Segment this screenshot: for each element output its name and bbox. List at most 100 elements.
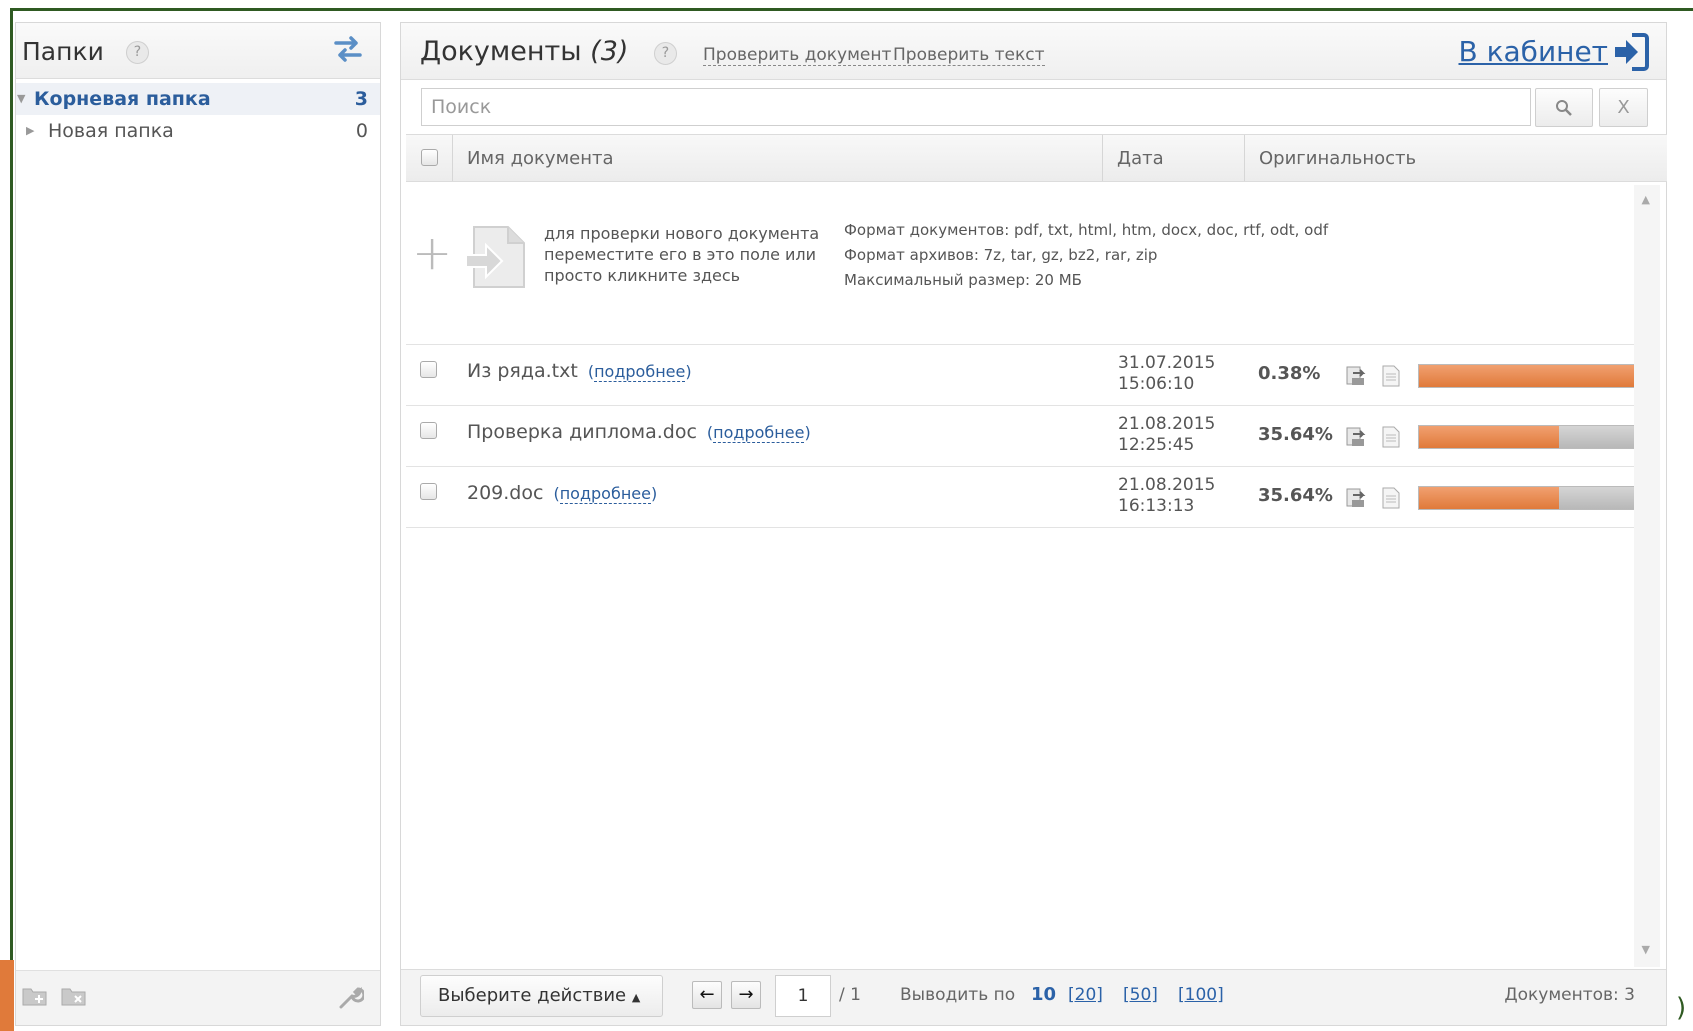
details-link-text[interactable]: подробнее — [559, 484, 651, 504]
originality-bar — [1418, 425, 1638, 449]
document-formats: Формат документов: pdf, txt, html, htm, … — [844, 221, 1329, 239]
bulk-action-label: Выберите действие — [438, 985, 627, 1006]
document-name-text[interactable]: Проверка диплома.doc — [467, 421, 697, 443]
date-value: 21.08.2015 — [1118, 475, 1216, 495]
delete-folder-icon[interactable] — [61, 985, 87, 1007]
caret-up-icon: ▲ — [631, 991, 641, 1004]
document-name-text[interactable]: Из ряда.txt — [467, 360, 578, 382]
search-icon — [1556, 100, 1572, 116]
search-input[interactable] — [421, 88, 1531, 126]
per-page-option-50[interactable]: [50] — [1123, 985, 1158, 1005]
date-value: 31.07.2015 — [1118, 353, 1216, 373]
per-page-option-100[interactable]: [100] — [1178, 985, 1224, 1005]
upload-drop-zone[interactable]: + для проверки нового документа перемест… — [406, 185, 1636, 345]
folders-footer — [16, 970, 380, 1025]
details-link-text[interactable]: подробнее — [594, 362, 686, 382]
file-upload-icon — [465, 226, 525, 288]
window-frame-left — [10, 8, 13, 1031]
scrollbar[interactable] — [1634, 185, 1660, 967]
scroll-up-arrow-icon[interactable]: ▲ — [1642, 193, 1650, 206]
originality-percent: 35.64% — [1258, 424, 1333, 445]
expand-triangle-icon[interactable]: ▼ — [17, 92, 25, 105]
originality-percent: 35.64% — [1258, 485, 1333, 506]
documents-panel: Документы (3) ? Проверить документ Прове… — [400, 22, 1667, 1026]
drop-zone-text-line: просто кликните здесь — [544, 266, 741, 285]
row-checkbox[interactable] — [420, 483, 437, 500]
prev-page-button[interactable]: ← — [692, 981, 722, 1009]
column-header-date[interactable]: Дата — [1117, 148, 1164, 169]
plus-icon[interactable]: + — [412, 225, 452, 281]
folder-item-new[interactable]: ▶ Новая папка 0 — [16, 115, 380, 147]
next-page-button[interactable]: → — [731, 981, 761, 1009]
table-header: Имя документа Дата Оригинальность — [406, 134, 1667, 182]
column-header-name[interactable]: Имя документа — [467, 148, 614, 169]
details-link[interactable]: (подробнее) — [588, 362, 692, 382]
page-number-input[interactable] — [775, 975, 831, 1017]
add-folder-icon[interactable] — [22, 985, 48, 1007]
document-name[interactable]: Из ряда.txt (подробнее) — [467, 360, 692, 382]
document-name-text[interactable]: 209.doc — [467, 482, 543, 504]
check-document-link[interactable]: Проверить документ — [703, 45, 892, 66]
folders-header: Папки ? — [16, 23, 380, 79]
report-download-icon[interactable] — [1345, 365, 1367, 387]
details-link[interactable]: (подробнее) — [707, 423, 811, 443]
report-download-icon[interactable] — [1345, 426, 1367, 448]
background-decoration — [0, 960, 14, 1031]
clear-search-button[interactable]: X — [1599, 88, 1648, 127]
details-link[interactable]: (подробнее) — [553, 484, 657, 504]
max-size: Максимальный размер: 20 МБ — [844, 271, 1082, 289]
per-page-label: Выводить по — [900, 985, 1016, 1005]
folders-title: Папки — [22, 37, 104, 66]
column-header-originality[interactable]: Оригинальность — [1259, 148, 1416, 169]
originality-bar-fill — [1419, 426, 1559, 448]
background-decoration-right: ) — [1676, 993, 1687, 1023]
row-checkbox[interactable] — [420, 361, 437, 378]
originality-bar-fill — [1419, 365, 1635, 387]
table-row[interactable]: Проверка диплома.doc (подробнее) 21.08.20… — [406, 406, 1638, 467]
drop-zone-text-line: для проверки нового документа — [544, 224, 820, 243]
originality-bar — [1418, 486, 1638, 510]
documents-header: Документы (3) ? Проверить документ Прове… — [401, 23, 1666, 80]
time-value: 16:13:13 — [1118, 496, 1195, 516]
document-icon[interactable] — [1380, 487, 1402, 509]
folders-help-icon[interactable]: ? — [126, 41, 149, 64]
select-all-checkbox[interactable] — [421, 149, 438, 166]
document-date: 31.07.2015 15:06:10 — [1118, 353, 1215, 395]
folder-label: Новая папка — [48, 120, 174, 142]
folder-item-root[interactable]: ▼ Корневая папка 3 — [16, 83, 380, 115]
per-page-current: 10 — [1031, 984, 1057, 1005]
document-icon[interactable] — [1380, 365, 1402, 387]
details-link-text[interactable]: подробнее — [713, 423, 805, 443]
report-download-icon[interactable] — [1345, 487, 1367, 509]
archive-formats: Формат архивов: 7z, tar, gz, bz2, rar, z… — [844, 246, 1158, 264]
collapse-triangle-icon[interactable]: ▶ — [26, 124, 34, 137]
total-pages: / 1 — [839, 985, 861, 1005]
wrench-icon[interactable] — [338, 985, 364, 1009]
folder-count: 3 — [354, 88, 368, 110]
sign-in-icon[interactable] — [1612, 31, 1650, 73]
documents-footer: Выберите действие ▲ ← → / 1 Выводить по … — [401, 969, 1666, 1025]
per-page-option-20[interactable]: [20] — [1068, 985, 1103, 1005]
document-icon[interactable] — [1380, 426, 1402, 448]
document-name[interactable]: Проверка диплома.doc (подробнее) — [467, 421, 811, 443]
documents-help-icon[interactable]: ? — [654, 42, 677, 65]
swap-arrows-icon[interactable] — [332, 33, 364, 65]
drop-zone-instructions: для проверки нового документа переместит… — [544, 223, 829, 286]
documents-title-label: Документы — [420, 36, 582, 67]
row-checkbox[interactable] — [420, 422, 437, 439]
table-row[interactable]: 209.doc (подробнее) 21.08.2015 16:13:13 35… — [406, 467, 1638, 528]
bulk-action-dropdown[interactable]: Выберите действие ▲ — [420, 975, 663, 1017]
window-frame-top — [11, 8, 1693, 11]
table-row[interactable]: Из ряда.txt (подробнее) 31.07.2015 15:06:1… — [406, 345, 1638, 406]
scroll-down-arrow-icon[interactable]: ▼ — [1642, 943, 1650, 956]
folder-count: 0 — [355, 120, 368, 142]
search-button[interactable] — [1535, 88, 1593, 127]
drop-zone-text-line: переместите его в это поле или — [544, 245, 817, 264]
column-divider — [1102, 135, 1103, 181]
originality-percent: 0.38% — [1258, 363, 1321, 384]
document-name[interactable]: 209.doc (подробнее) — [467, 482, 657, 504]
date-value: 21.08.2015 — [1118, 414, 1216, 434]
column-divider — [452, 135, 453, 181]
cabinet-link[interactable]: В кабинет — [1459, 35, 1609, 68]
check-text-link[interactable]: Проверить текст — [893, 45, 1045, 66]
